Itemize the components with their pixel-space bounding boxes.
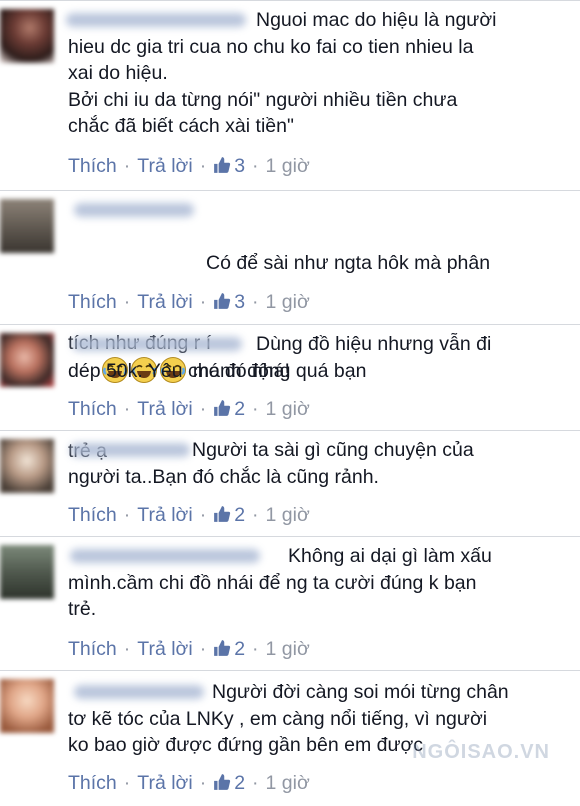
like-count[interactable]: 3 bbox=[213, 291, 245, 313]
separator: · bbox=[252, 772, 259, 794]
avatar[interactable] bbox=[0, 439, 54, 493]
comment-text: Không ai dại gì làm xấu mình.cầm chi đồ … bbox=[68, 545, 492, 620]
comment-item: Người ta sài gì cũng chuyện của người ta… bbox=[0, 430, 580, 536]
avatar[interactable] bbox=[0, 679, 54, 733]
avatar[interactable] bbox=[0, 333, 54, 387]
comment-item: Nguoi mac do hiệu là người hieu dc gia t… bbox=[0, 0, 580, 190]
thumbs-up-icon bbox=[214, 640, 231, 656]
comment-item: Người đời càng soi mói từng chân tơ kẽ t… bbox=[0, 670, 580, 806]
like-count[interactable]: 2 bbox=[213, 772, 245, 794]
like-count[interactable]: 2 bbox=[213, 638, 245, 660]
like-link[interactable]: Thích bbox=[68, 291, 117, 313]
watermark-logo: NGÔISAO.VN bbox=[412, 741, 550, 763]
comment-time[interactable]: 1 giờ bbox=[266, 155, 310, 177]
like-count-value: 2 bbox=[234, 504, 246, 526]
like-count[interactable]: 2 bbox=[213, 398, 245, 420]
comment-item: Dùng đồ hiệu nhưng vẫn đi dép 50k. Yêu c… bbox=[0, 324, 580, 430]
comment-item: Không ai dại gì làm xấu mình.cầm chi đồ … bbox=[0, 536, 580, 670]
comment-actions: Thích · Trả lời · 2 · 1 giờ bbox=[68, 637, 310, 661]
thumbs-up-icon bbox=[214, 157, 231, 173]
separator: · bbox=[252, 155, 259, 177]
like-link[interactable]: Thích bbox=[68, 638, 117, 660]
separator: · bbox=[123, 504, 131, 526]
comment-actions: Thích · Trả lời · 2 · 1 giờ bbox=[68, 397, 310, 421]
comment-time[interactable]: 1 giờ bbox=[266, 291, 310, 313]
comment-time[interactable]: 1 giờ bbox=[266, 398, 310, 420]
comment-text: Nguoi mac do hiệu là người hieu dc gia t… bbox=[68, 9, 497, 137]
separator: · bbox=[123, 772, 131, 794]
comment-actions: Thích · Trả lời · 3 · 1 giờ bbox=[68, 154, 310, 178]
like-count-value: 3 bbox=[234, 155, 246, 177]
separator: · bbox=[199, 291, 207, 313]
comment-text: Dùng đồ hiệu nhưng vẫn đi dép 50k. Yêu c… bbox=[68, 333, 492, 382]
thumbs-up-icon bbox=[214, 774, 231, 790]
avatar[interactable] bbox=[0, 9, 54, 63]
like-link[interactable]: Thích bbox=[68, 772, 117, 794]
separator: · bbox=[123, 155, 131, 177]
like-count[interactable]: 2 bbox=[213, 504, 245, 526]
comment-time[interactable]: 1 giờ bbox=[266, 638, 310, 660]
reply-link[interactable]: Trả lời bbox=[137, 504, 192, 526]
reply-link[interactable]: Trả lời bbox=[137, 398, 192, 420]
comment-time[interactable]: 1 giờ bbox=[266, 772, 310, 794]
like-link[interactable]: Thích bbox=[68, 155, 117, 177]
separator: · bbox=[199, 504, 207, 526]
comment-line: Có để sài như ngta hôk mà phân bbox=[206, 252, 491, 274]
separator: · bbox=[199, 155, 207, 177]
reply-link[interactable]: Trả lời bbox=[137, 155, 192, 177]
comment-text: Người ta sài gì cũng chuyện của người ta… bbox=[68, 439, 474, 488]
like-link[interactable]: Thích bbox=[68, 504, 117, 526]
separator: · bbox=[252, 398, 259, 420]
comment-actions: Thích · Trả lời · 3 · 1 giờ bbox=[68, 290, 310, 314]
like-count[interactable]: 3 bbox=[213, 155, 245, 177]
comment-time[interactable]: 1 giờ bbox=[266, 504, 310, 526]
like-count-value: 2 bbox=[234, 638, 246, 660]
like-link[interactable]: Thích bbox=[68, 398, 117, 420]
reply-link[interactable]: Trả lời bbox=[137, 291, 192, 313]
separator: · bbox=[252, 638, 259, 660]
comment-actions: Thích · Trả lời · 2 · 1 giờ bbox=[68, 503, 310, 527]
separator: · bbox=[252, 504, 259, 526]
separator: · bbox=[199, 638, 207, 660]
like-count-value: 3 bbox=[234, 291, 246, 313]
thumbs-up-icon bbox=[214, 400, 231, 416]
comment-actions: Thích · Trả lời · 2 · 1 giờ bbox=[68, 771, 310, 795]
thumbs-up-icon bbox=[214, 293, 231, 309]
reply-link[interactable]: Trả lời bbox=[137, 638, 192, 660]
avatar[interactable] bbox=[0, 199, 54, 253]
comment-item: Có để sài như ngta hôk mà phân tích như … bbox=[0, 190, 580, 462]
like-count-value: 2 bbox=[234, 398, 246, 420]
separator: · bbox=[123, 398, 131, 420]
like-count-value: 2 bbox=[234, 772, 246, 794]
reply-link[interactable]: Trả lời bbox=[137, 772, 192, 794]
separator: · bbox=[199, 772, 207, 794]
separator: · bbox=[252, 291, 259, 313]
separator: · bbox=[123, 638, 131, 660]
separator: · bbox=[123, 291, 131, 313]
thumbs-up-icon bbox=[214, 506, 231, 522]
separator: · bbox=[199, 398, 207, 420]
avatar[interactable] bbox=[0, 545, 54, 599]
